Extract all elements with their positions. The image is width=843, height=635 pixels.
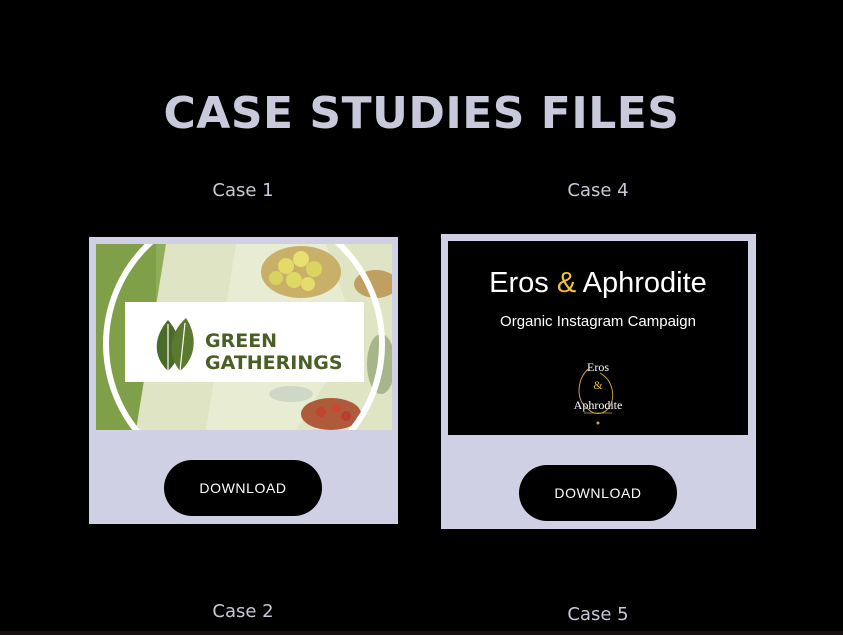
logo-line-2: GATHERINGS xyxy=(205,352,343,374)
case-4-thumbnail: Eros & Aphrodite Organic Instagram Campa… xyxy=(448,241,748,435)
logo-line-2: & xyxy=(593,378,603,392)
page-title: CASE STUDIES FILES xyxy=(163,88,680,139)
case-1-thumbnail: GREEN GATHERINGS xyxy=(96,244,392,430)
case-1-download-button[interactable]: DOWNLOAD xyxy=(164,460,322,516)
logo-line-3: Aphrodite xyxy=(573,398,623,412)
next-card-edge xyxy=(0,631,843,635)
case-4-card: Eros & Aphrodite Organic Instagram Campa… xyxy=(441,234,756,529)
case-4-label: Case 4 xyxy=(567,180,629,201)
case-1-card: GREEN GATHERINGS DOWNLOAD xyxy=(89,237,398,524)
logo-line-1: Eros xyxy=(587,360,609,374)
green-gatherings-logo-text: GREEN GATHERINGS xyxy=(205,330,343,374)
case-1-label: Case 1 xyxy=(212,180,274,201)
case-5-label: Case 5 xyxy=(567,604,629,625)
case-2-label: Case 2 xyxy=(212,601,274,622)
logo-line-1: GREEN xyxy=(205,330,278,352)
case-4-download-button[interactable]: DOWNLOAD xyxy=(519,465,677,521)
case-studies-page: CASE STUDIES FILES Case 1 GREEN GATHERIN… xyxy=(0,0,843,635)
